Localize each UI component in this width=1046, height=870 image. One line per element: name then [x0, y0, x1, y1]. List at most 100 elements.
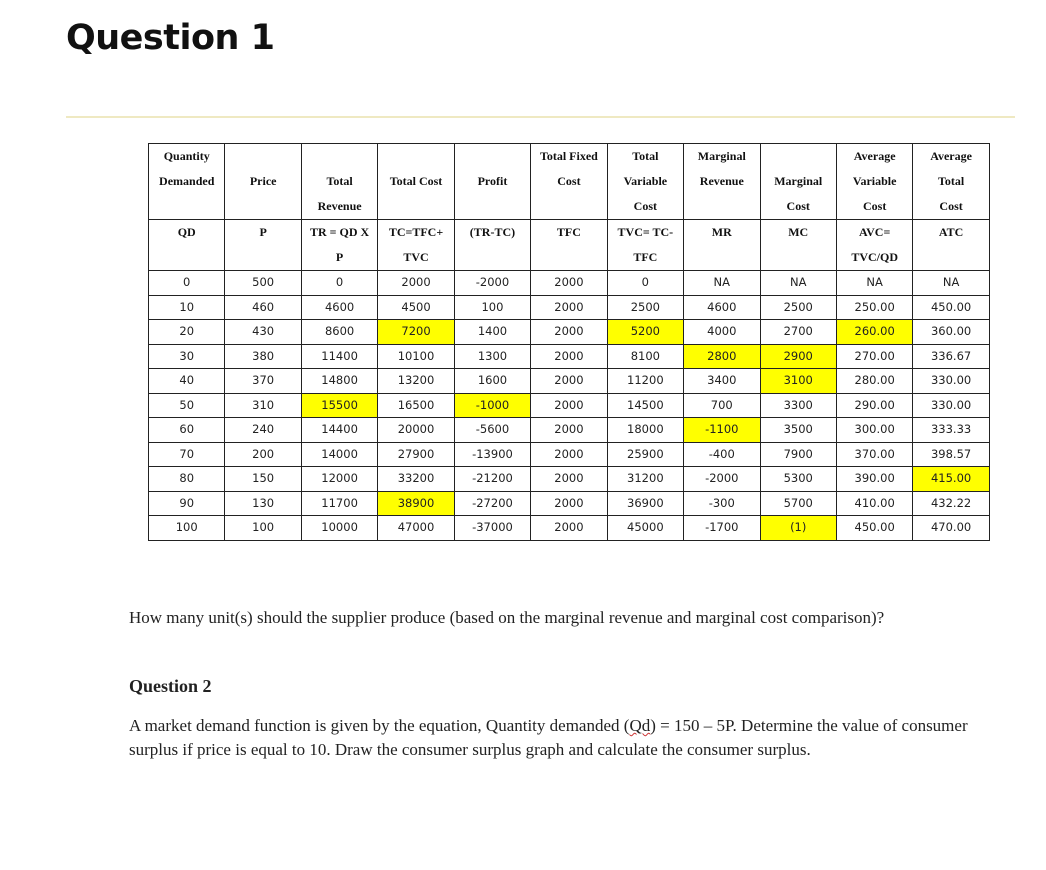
cell-total-revenue: 15500 — [300, 392, 379, 418]
cell-profit: 1600 — [453, 368, 532, 394]
cell-average-total-cost: 333.33 — [912, 417, 990, 443]
table-row: 90 130 11700 38900 -27200 2000 36900 -300 5700 41… — [147, 490, 990, 516]
header-total-fixed-cost: Total Fixed Cost — [530, 143, 608, 220]
cost-revenue-table: Quantity Demanded Price Total Revenue Total C… — [147, 143, 990, 541]
header-profit: Profit — [453, 143, 532, 220]
header-line — [455, 145, 529, 170]
cell-marginal-cost: (1) — [759, 515, 837, 541]
table-row: 40 370 14800 13200 1600 2000 11200 3400 3100 280.… — [147, 368, 990, 394]
cell-average-total-cost: 470.00 — [912, 515, 990, 541]
cell-price: 240 — [224, 417, 302, 443]
cell-quantity-demanded: 60 — [147, 417, 226, 443]
cell-total-variable-cost: 2500 — [606, 294, 685, 320]
cell-price: 130 — [224, 490, 302, 516]
table-row: 70 200 14000 27900 -13900 2000 25900 -400 7900 37… — [147, 441, 990, 467]
cell-marginal-revenue: -400 — [683, 441, 761, 467]
cell-total-cost: 38900 — [377, 490, 455, 516]
formula-line: AVC= — [859, 225, 891, 239]
cell-price: 380 — [224, 343, 302, 369]
cell-average-total-cost: 330.00 — [912, 368, 990, 394]
cell-marginal-cost: NA — [759, 270, 837, 296]
formula-marginal-revenue: MR — [683, 219, 761, 271]
cell-price: 430 — [224, 319, 302, 345]
cell-total-revenue: 10000 — [300, 515, 379, 541]
cell-total-revenue: 14000 — [300, 441, 379, 467]
cell-marginal-cost: 2700 — [759, 319, 837, 345]
cell-quantity-demanded: 80 — [147, 466, 226, 492]
header-line: Revenue — [699, 174, 744, 188]
header-line: Variable — [623, 174, 668, 188]
cell-total-variable-cost: 11200 — [606, 368, 685, 394]
table-row: 0 500 0 2000 -2000 2000 0 NA NA NA NA — [147, 270, 990, 296]
formula-line: TVC — [403, 250, 429, 264]
cell-quantity-demanded: 50 — [147, 392, 226, 418]
table-row: 80 150 12000 33200 -21200 2000 31200 -2000 5300 3… — [147, 466, 990, 492]
cell-average-variable-cost: 450.00 — [835, 515, 914, 541]
cell-total-cost: 20000 — [377, 417, 455, 443]
cell-marginal-cost: 5700 — [759, 490, 837, 516]
cell-average-variable-cost: 300.00 — [835, 417, 914, 443]
cell-quantity-demanded: 10 — [147, 294, 226, 320]
formula-quantity-demanded: QD — [147, 219, 226, 271]
cell-marginal-cost: 2900 — [759, 343, 837, 369]
cell-average-total-cost: 336.67 — [912, 343, 990, 369]
cell-total-fixed-cost: 2000 — [530, 319, 608, 345]
cell-total-variable-cost: 25900 — [606, 441, 685, 467]
cell-marginal-revenue: 2800 — [683, 343, 761, 369]
cell-quantity-demanded: 30 — [147, 343, 226, 369]
cell-marginal-revenue: -300 — [683, 490, 761, 516]
cell-average-variable-cost: 270.00 — [835, 343, 914, 369]
cell-total-cost: 27900 — [377, 441, 455, 467]
table-row: 20 430 8600 7200 1400 2000 5200 4000 2700 260.00 3… — [147, 319, 990, 345]
divider — [66, 116, 1015, 118]
qd-spellcheck-word: Qd — [629, 716, 651, 735]
cell-price: 100 — [224, 515, 302, 541]
cell-marginal-revenue: NA — [683, 270, 761, 296]
cell-total-fixed-cost: 2000 — [530, 294, 608, 320]
header-line: Total Fixed — [539, 149, 598, 163]
cell-average-total-cost: 360.00 — [912, 319, 990, 345]
header-line: Demanded — [159, 174, 215, 188]
cell-total-cost: 2000 — [377, 270, 455, 296]
header-line — [302, 145, 376, 170]
cell-marginal-revenue: -1100 — [683, 417, 761, 443]
question1-text: How many unit(s) should the supplier pro… — [129, 608, 885, 627]
cell-total-fixed-cost: 2000 — [530, 270, 608, 296]
cell-average-total-cost: NA — [912, 270, 990, 296]
cell-profit: -27200 — [453, 490, 532, 516]
header-quantity-demanded: Quantity Demanded — [147, 143, 226, 220]
cell-quantity-demanded: 90 — [147, 490, 226, 516]
cell-total-cost: 16500 — [377, 392, 455, 418]
cell-marginal-revenue: -2000 — [683, 466, 761, 492]
cell-total-revenue: 11400 — [300, 343, 379, 369]
cell-price: 310 — [224, 392, 302, 418]
cell-profit: -2000 — [453, 270, 532, 296]
cell-marginal-revenue: 3400 — [683, 368, 761, 394]
cell-profit: 1300 — [453, 343, 532, 369]
cell-total-variable-cost: 36900 — [606, 490, 685, 516]
cell-marginal-revenue: 4600 — [683, 294, 761, 320]
header-line — [379, 145, 453, 170]
cell-average-total-cost: 432.22 — [912, 490, 990, 516]
formula-line: TFC — [556, 225, 581, 239]
header-line: Total — [937, 174, 965, 188]
cell-price: 370 — [224, 368, 302, 394]
table-row: 50 310 15500 16500 -1000 2000 14500 700 3300 290.… — [147, 392, 990, 418]
formula-marginal-cost: MC — [759, 219, 837, 271]
cell-price: 460 — [224, 294, 302, 320]
cell-total-revenue: 11700 — [300, 490, 379, 516]
table-body: 0 500 0 2000 -2000 2000 0 NA NA NA NA 10 460 4600 4500… — [147, 270, 990, 541]
header-row-formulas: QD P TR = QD X P TC=TFC+ TVC (TR-TC) TFC TVC= TC… — [147, 219, 990, 271]
cell-average-variable-cost: 390.00 — [835, 466, 914, 492]
cell-total-cost: 33200 — [377, 466, 455, 492]
cell-total-variable-cost: 18000 — [606, 417, 685, 443]
cell-price: 150 — [224, 466, 302, 492]
table-row: 60 240 14400 20000 -5600 2000 18000 -1100 3500 30… — [147, 417, 990, 443]
header-total-revenue: Total Revenue — [300, 143, 379, 220]
header-average-total-cost: Average Total Cost — [912, 143, 990, 220]
formula-line: (TR-TC) — [469, 225, 516, 239]
cell-total-variable-cost: 0 — [606, 270, 685, 296]
page-title: Question 1 — [66, 18, 275, 58]
header-line: Cost — [633, 199, 658, 213]
header-line: Cost — [939, 199, 963, 213]
